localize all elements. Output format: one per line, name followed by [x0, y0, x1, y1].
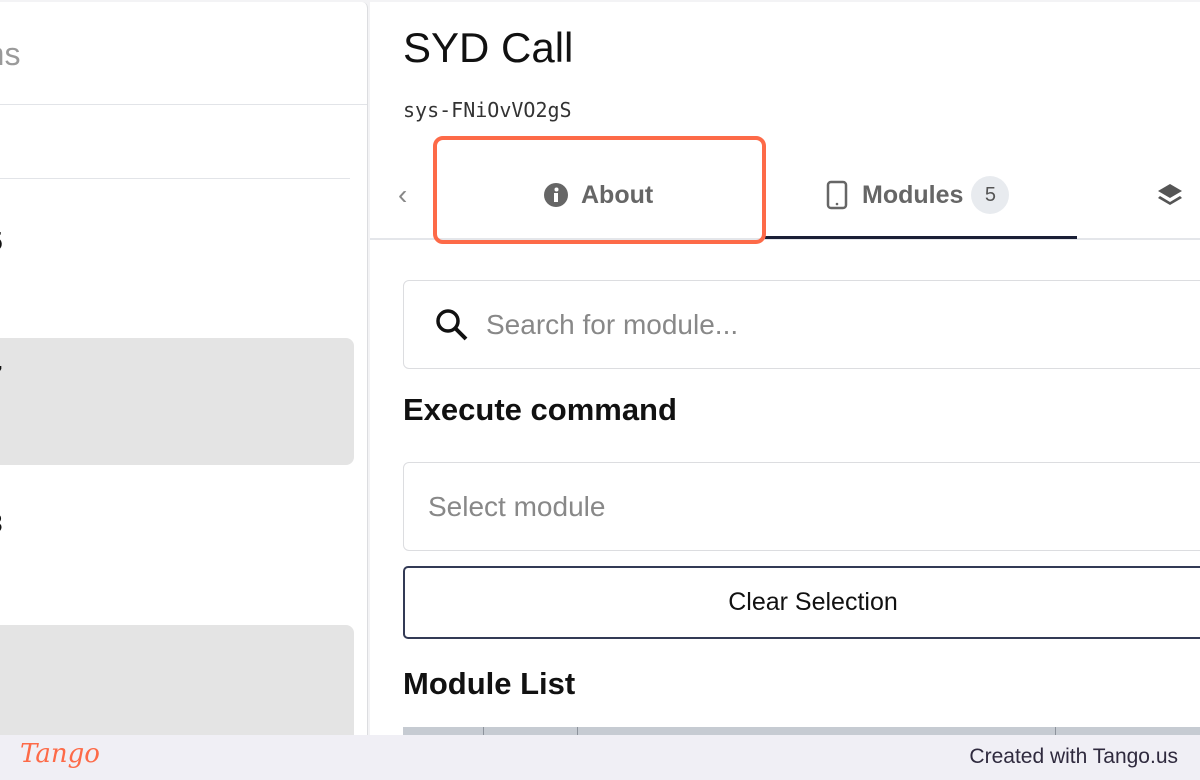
module-list-heading: Module List: [403, 666, 576, 701]
sidebar-item[interactable]: [0, 625, 354, 735]
modules-count-badge: 5: [971, 176, 1010, 214]
sidebar-item-selected[interactable]: 7: [0, 338, 354, 465]
layers-icon: [1158, 184, 1182, 205]
highlight-box: [433, 136, 766, 244]
tab-layers[interactable]: [1156, 152, 1184, 238]
systems-sidebar: ems 5 7 3: [0, 2, 368, 735]
page-title: SYD Call: [403, 24, 574, 71]
sidebar-item-label: 5: [0, 226, 2, 257]
tango-logo: Tango: [20, 739, 100, 769]
tab-modules[interactable]: Modules 5: [826, 152, 1010, 238]
tablet-icon: [826, 180, 848, 210]
select-placeholder: Select module: [428, 490, 606, 522]
execute-command-heading: Execute command: [403, 392, 677, 427]
divider: [0, 178, 350, 179]
search-placeholder: Search for module...: [486, 308, 739, 340]
sidebar-item-label: 3: [0, 508, 2, 539]
sidebar-title: ems: [0, 36, 21, 72]
sidebar-item-label: 7: [0, 360, 2, 391]
search-icon: [436, 308, 468, 340]
chevron-left-icon[interactable]: ‹: [398, 152, 407, 238]
tab-label: Modules: [862, 180, 964, 209]
clear-selection-button[interactable]: Clear Selection: [403, 566, 1200, 639]
credit-text: Created with Tango.us: [969, 745, 1178, 768]
search-input[interactable]: Search for module...: [403, 280, 1200, 369]
divider: [0, 104, 367, 105]
system-detail-panel: SYD Call sys-FNiOvVO2gS ‹ About Modules …: [370, 2, 1200, 735]
active-tab-indicator: [765, 236, 1077, 239]
sidebar-item[interactable]: 5: [0, 208, 354, 288]
module-table-header: [403, 727, 1200, 735]
sidebar-item[interactable]: 3: [0, 492, 354, 572]
footer: Tango Created with Tango.us: [0, 735, 1200, 780]
module-select[interactable]: Select module: [403, 462, 1200, 551]
system-id: sys-FNiOvVO2gS: [403, 98, 572, 122]
